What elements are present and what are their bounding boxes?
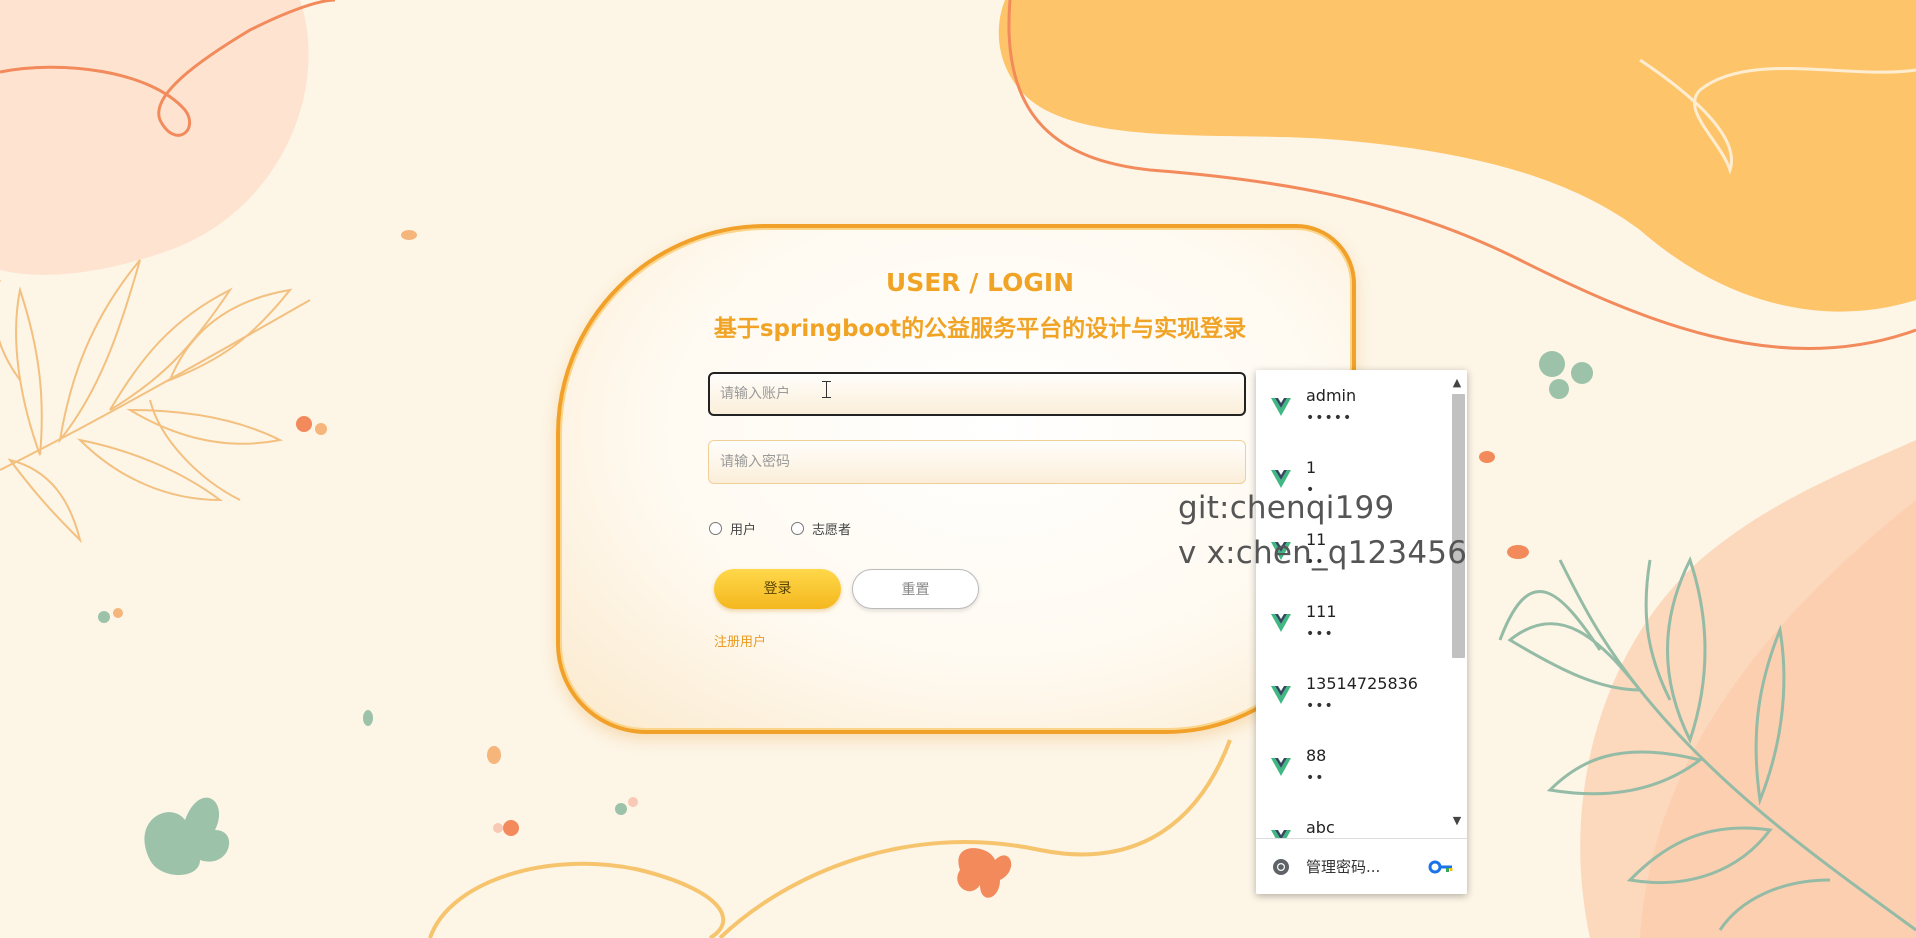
saved-password-mask: ••••• <box>1306 410 1353 426</box>
account-input[interactable] <box>708 372 1246 416</box>
manage-passwords-label: 管理密码... <box>1306 858 1381 876</box>
vue-logo-icon <box>1271 758 1291 776</box>
saved-username: 13514725836 <box>1306 674 1418 693</box>
password-autofill-popup: admin ••••• 1 • 11 •• 111 ••• 1351472583… <box>1256 370 1467 894</box>
vue-logo-icon <box>1271 470 1291 488</box>
saved-password-item[interactable]: 13514725836 ••• <box>1256 658 1448 730</box>
saved-password-list: admin ••••• 1 • 11 •• 111 ••• 1351472583… <box>1256 370 1448 838</box>
vue-logo-icon <box>1271 398 1291 416</box>
saved-password-item[interactable]: 88 •• <box>1256 730 1448 802</box>
saved-username: 111 <box>1306 602 1337 621</box>
vue-logo-icon <box>1271 830 1291 838</box>
saved-password-mask: •• <box>1306 770 1325 786</box>
role-label-user: 用户 <box>730 523 757 538</box>
radio-icon[interactable] <box>791 522 804 535</box>
role-option-volunteer[interactable]: 志愿者 <box>791 519 851 538</box>
password-input[interactable] <box>708 440 1246 484</box>
vue-logo-icon <box>1271 614 1291 632</box>
register-link[interactable]: 注册用户 <box>714 631 766 650</box>
scroll-up-icon[interactable]: ▲ <box>1452 377 1462 388</box>
system-title: 基于springboot的公益服务平台的设计与实现登录 <box>713 316 1247 342</box>
saved-password-item[interactable]: admin ••••• <box>1256 370 1448 442</box>
watermark-line-1: git:chenqi199 <box>1178 490 1395 526</box>
scroll-down-icon[interactable]: ▼ <box>1452 815 1462 826</box>
popup-scrollbar[interactable]: ▲ ▼ <box>1448 370 1467 838</box>
saved-password-mask: ••• <box>1306 698 1334 714</box>
saved-password-mask: ••• <box>1306 626 1334 642</box>
watermark-line-2: v x:chen_q123456 <box>1178 535 1468 571</box>
text-cursor-icon <box>822 381 835 398</box>
role-label-volunteer: 志愿者 <box>812 523 852 538</box>
manage-passwords-row[interactable]: 管理密码... <box>1256 838 1467 894</box>
saved-username: 1 <box>1306 458 1317 477</box>
saved-username: abc <box>1306 818 1335 837</box>
radio-icon[interactable] <box>709 522 722 535</box>
saved-password-item[interactable]: abc ••• <box>1256 802 1448 838</box>
saved-password-item[interactable]: 111 ••• <box>1256 586 1448 658</box>
chrome-icon <box>1273 859 1289 875</box>
saved-username: admin <box>1306 386 1357 405</box>
login-title: USER / LOGIN <box>885 268 1075 297</box>
scrollbar-thumb[interactable] <box>1452 394 1465 658</box>
role-option-user[interactable]: 用户 <box>709 519 756 538</box>
key-icon <box>1428 860 1453 874</box>
saved-username: 88 <box>1306 746 1327 765</box>
reset-button[interactable]: 重置 <box>852 569 979 609</box>
vue-logo-icon <box>1271 686 1291 704</box>
login-button[interactable]: 登录 <box>714 569 841 609</box>
